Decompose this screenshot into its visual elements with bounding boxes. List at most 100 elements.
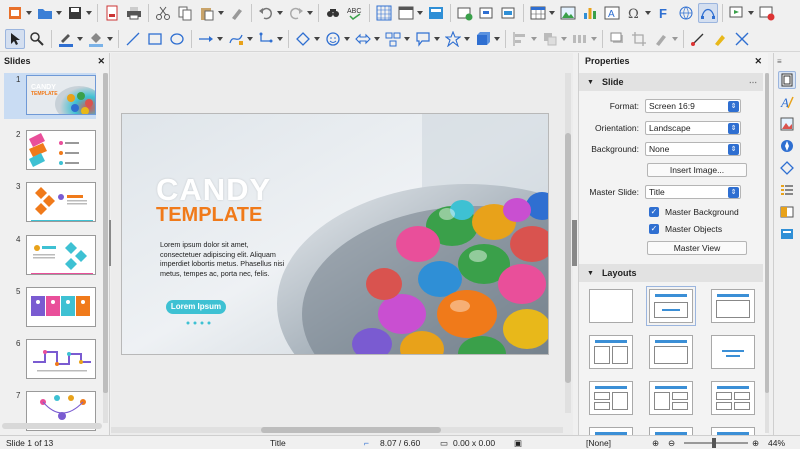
line-color-icon[interactable] <box>56 29 76 49</box>
callout-dropdown-icon[interactable] <box>434 29 440 49</box>
export-pdf-icon[interactable] <box>102 3 122 23</box>
distribute-icon[interactable] <box>570 29 590 49</box>
zoom-slider[interactable] <box>684 438 748 448</box>
print-icon[interactable] <box>124 3 144 23</box>
display-views-icon[interactable] <box>396 3 416 23</box>
layout-title-only[interactable] <box>711 289 755 323</box>
zoom-level[interactable]: 44% <box>768 438 785 448</box>
toggle-edit-points-icon[interactable] <box>698 3 718 23</box>
display-grid-icon[interactable] <box>374 3 394 23</box>
undo-dropdown-icon[interactable] <box>277 3 283 23</box>
basic-shapes-dropdown-icon[interactable] <box>314 29 320 49</box>
symbol-shapes-icon[interactable] <box>323 29 343 49</box>
find-replace-icon[interactable] <box>323 3 343 23</box>
shapes-deck-icon[interactable] <box>778 159 796 177</box>
cut-icon[interactable] <box>153 3 173 23</box>
orientation-select[interactable]: Landscape ⇕ <box>645 121 741 135</box>
paste-icon[interactable] <box>197 3 217 23</box>
slide-subtitle[interactable]: TEMPLATE <box>156 204 262 227</box>
zoom-icon[interactable] <box>27 29 47 49</box>
insert-image-button[interactable]: Insert Image... <box>647 163 747 177</box>
slide-body-text[interactable]: Lorem ipsum dolor sit amet, consectetuer… <box>160 240 286 278</box>
fill-color-icon[interactable] <box>86 29 106 49</box>
layout-row-4b[interactable] <box>649 427 693 435</box>
gallery-deck-icon[interactable] <box>778 115 796 133</box>
filter-icon[interactable] <box>651 29 671 49</box>
arrange-icon[interactable] <box>540 29 560 49</box>
slide-pill-button[interactable]: Lorem Ipsum <box>166 300 226 314</box>
new-slide-icon[interactable] <box>455 3 475 23</box>
fit-slide-icon[interactable]: ⊕ <box>652 438 659 449</box>
layouts-section-header[interactable]: ▼ Layouts <box>579 264 763 282</box>
sidebar-collapse-handle[interactable] <box>572 220 577 266</box>
start-presentation-icon[interactable] <box>727 3 747 23</box>
line-icon[interactable] <box>123 29 143 49</box>
fontwork-icon[interactable]: F <box>654 3 674 23</box>
workspace-horizontal-scrollbar[interactable] <box>111 427 563 433</box>
slides-vertical-scrollbar[interactable] <box>103 73 108 423</box>
master-slide-select[interactable]: Title ⇕ <box>645 185 741 199</box>
connector-dropdown-icon[interactable] <box>277 29 283 49</box>
callout-icon[interactable] <box>413 29 433 49</box>
animation-deck-icon[interactable] <box>778 181 796 199</box>
save-dropdown-icon[interactable] <box>86 3 92 23</box>
views-dropdown-icon[interactable] <box>417 3 423 23</box>
curve-icon[interactable] <box>226 29 246 49</box>
master-slides-deck-icon[interactable] <box>778 225 796 243</box>
star-dropdown-icon[interactable] <box>464 29 470 49</box>
3d-objects-icon[interactable] <box>473 29 493 49</box>
copy-icon[interactable] <box>175 3 195 23</box>
block-arrows-dropdown-icon[interactable] <box>374 29 380 49</box>
properties-scrollbar[interactable] <box>765 73 769 433</box>
connector-icon[interactable] <box>256 29 276 49</box>
special-char-dropdown-icon[interactable] <box>645 3 651 23</box>
close-sidebar-icon[interactable]: ✕ <box>754 56 762 67</box>
new-dropdown-icon[interactable] <box>26 3 32 23</box>
zoom-out-icon[interactable]: ⊖ <box>668 438 675 449</box>
star-icon[interactable] <box>443 29 463 49</box>
insert-textbox-icon[interactable]: A <box>602 3 622 23</box>
delete-slide-icon[interactable] <box>499 3 519 23</box>
insert-chart-icon[interactable] <box>580 3 600 23</box>
hyperlink-icon[interactable] <box>676 3 696 23</box>
clone-formatting-icon[interactable] <box>227 3 247 23</box>
arrow-dropdown-icon[interactable] <box>217 29 223 49</box>
new-presentation-icon[interactable] <box>5 3 25 23</box>
line-arrow-icon[interactable] <box>196 29 216 49</box>
glue-points-icon[interactable] <box>710 29 730 49</box>
slide-thumbnail-1[interactable]: 1 CANDY TEMPLATE <box>4 73 96 119</box>
align-icon[interactable] <box>510 29 530 49</box>
layout-row-4c[interactable] <box>711 427 755 435</box>
points-icon[interactable] <box>688 29 708 49</box>
slide-thumbnail-2[interactable]: 2 <box>4 128 96 174</box>
master-view-button[interactable]: Master View <box>647 241 747 255</box>
document-modified-icon[interactable]: ▣ <box>514 438 522 449</box>
fill-color-dropdown-icon[interactable] <box>107 29 113 49</box>
layout-title-4-content[interactable] <box>711 381 755 415</box>
table-dropdown-icon[interactable] <box>549 3 555 23</box>
master-background-checkbox[interactable]: ✓ Master Background <box>649 205 739 219</box>
transition-deck-icon[interactable] <box>778 203 796 221</box>
insert-image-icon[interactable] <box>558 3 578 23</box>
workspace-vertical-scrollbar[interactable] <box>565 73 571 413</box>
layout-row-4a[interactable] <box>589 427 633 435</box>
curve-dropdown-icon[interactable] <box>247 29 253 49</box>
layout-title-2-content[interactable] <box>589 335 633 369</box>
special-character-icon[interactable]: Ω <box>624 3 644 23</box>
spelling-icon[interactable]: ABC <box>345 3 365 23</box>
navigator-deck-icon[interactable] <box>778 137 796 155</box>
undo-icon[interactable] <box>256 3 276 23</box>
layout-title-content[interactable] <box>646 286 696 326</box>
close-presentation-icon[interactable] <box>757 3 777 23</box>
start-dropdown-icon[interactable] <box>748 3 754 23</box>
3d-dropdown-icon[interactable] <box>494 29 500 49</box>
slide-section-header[interactable]: ▼ Slide ⋯ <box>579 73 763 91</box>
slide-thumbnail-6[interactable]: 6 <box>4 337 96 383</box>
layout-title-content-2[interactable] <box>589 381 633 415</box>
distribute-dropdown-icon[interactable] <box>591 29 597 49</box>
duplicate-slide-icon[interactable] <box>477 3 497 23</box>
redo-dropdown-icon[interactable] <box>307 3 313 23</box>
master-slide-icon[interactable] <box>426 3 446 23</box>
more-options-icon[interactable]: ⋯ <box>749 78 757 87</box>
flowchart-icon[interactable] <box>383 29 403 49</box>
